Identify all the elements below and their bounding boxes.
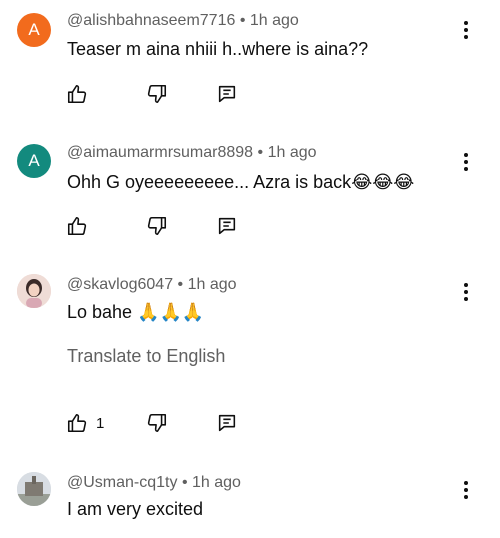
- comment-meta: @skavlog6047 • 1h ago: [67, 276, 237, 293]
- like-button[interactable]: 1: [66, 411, 104, 435]
- avatar[interactable]: A: [17, 13, 51, 47]
- praying-hands-emoji: 🙏🙏🙏: [137, 302, 205, 322]
- comment-meta: @alishbahnaseem7716 • 1h ago: [67, 12, 299, 29]
- comment-author[interactable]: @skavlog6047: [67, 276, 173, 293]
- thumbs-up-icon: [67, 84, 87, 104]
- comment-text: Teaser m aina nhiii h..where is aina??: [67, 39, 369, 59]
- profile-photo: [17, 472, 51, 506]
- more-options-button[interactable]: [456, 280, 476, 304]
- reply-button[interactable]: [216, 411, 238, 435]
- reply-icon: [218, 414, 236, 432]
- avatar[interactable]: [17, 472, 51, 506]
- reply-icon: [218, 217, 236, 235]
- thumbs-down-icon: [147, 84, 167, 104]
- more-options-button[interactable]: [456, 478, 476, 502]
- more-options-button[interactable]: [456, 150, 476, 174]
- comment-author[interactable]: @Usman-cq1ty: [67, 474, 178, 491]
- more-vert-icon: [464, 153, 468, 157]
- like-button[interactable]: [66, 82, 96, 106]
- laughing-emoji: 😂😂😂: [351, 172, 415, 192]
- more-options-button[interactable]: [456, 18, 476, 42]
- like-count: 1: [96, 414, 105, 432]
- comment-time[interactable]: 1h ago: [188, 276, 237, 293]
- translate-link[interactable]: Translate to English: [67, 346, 225, 367]
- dislike-button[interactable]: [146, 82, 168, 106]
- comment-time[interactable]: 1h ago: [268, 144, 317, 161]
- more-vert-icon: [464, 283, 468, 287]
- avatar[interactable]: A: [17, 144, 51, 178]
- avatar[interactable]: [17, 274, 51, 308]
- comment-meta: @Usman-cq1ty • 1h ago: [67, 474, 241, 491]
- comment-text: I am very excited: [67, 499, 204, 519]
- thumbs-up-icon: [67, 216, 87, 236]
- like-button[interactable]: [66, 214, 96, 238]
- thumbs-down-icon: [147, 413, 167, 433]
- reply-icon: [218, 85, 236, 103]
- reply-button[interactable]: [216, 214, 238, 238]
- thumbs-down-icon: [147, 216, 167, 236]
- comment-time[interactable]: 1h ago: [250, 12, 299, 29]
- more-vert-icon: [464, 481, 468, 485]
- reply-button[interactable]: [216, 82, 238, 106]
- comment-meta: @aimaumarmrsumar8898 • 1h ago: [67, 144, 317, 161]
- comment-author[interactable]: @alishbahnaseem7716: [67, 12, 235, 29]
- dislike-button[interactable]: [146, 411, 168, 435]
- comment-text: Lo bahe 🙏🙏🙏: [67, 302, 205, 322]
- more-vert-icon: [464, 21, 468, 25]
- comment-text: Ohh G oyeeeeeeeee... Azra is back😂😂😂: [67, 172, 415, 192]
- comment-time[interactable]: 1h ago: [192, 474, 241, 491]
- dislike-button[interactable]: [146, 214, 168, 238]
- thumbs-up-icon: [67, 413, 87, 433]
- comment-author[interactable]: @aimaumarmrsumar8898: [67, 144, 253, 161]
- profile-photo: [17, 274, 51, 308]
